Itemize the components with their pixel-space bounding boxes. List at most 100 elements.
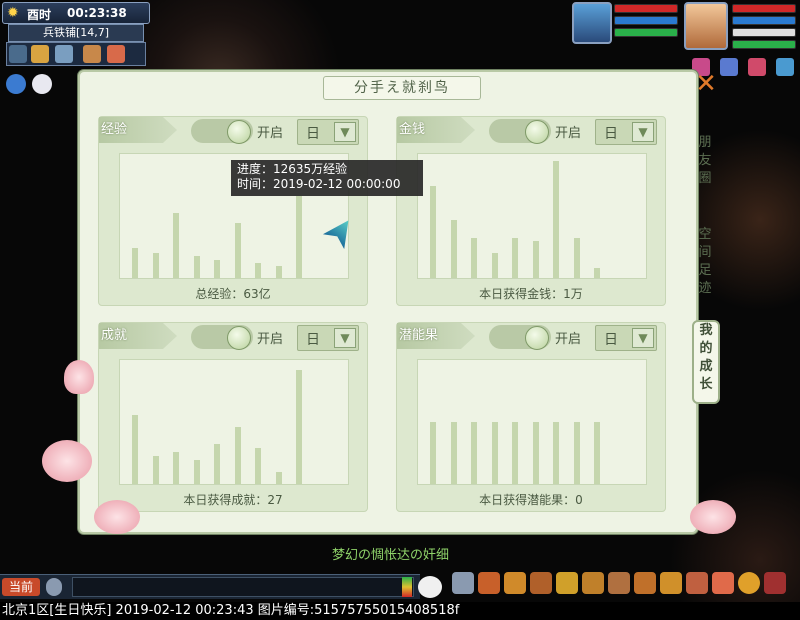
- period-dropdown[interactable]: 日 ▼: [595, 119, 657, 145]
- card-toggle[interactable]: [489, 325, 551, 350]
- tab-friend-circle[interactable]: 朋友圈: [694, 134, 716, 188]
- chevron-down-icon[interactable]: ▼: [334, 122, 356, 142]
- chart-bar[interactable]: [152, 456, 159, 484]
- chart-bar[interactable]: [152, 253, 159, 278]
- chart-bar[interactable]: [275, 472, 282, 484]
- chart-bar[interactable]: [193, 460, 200, 484]
- chart-bar[interactable]: [214, 260, 220, 278]
- chart-bar[interactable]: [132, 415, 138, 484]
- chat-channel-button[interactable]: 当前: [2, 578, 40, 596]
- task-book-icon[interactable]: [31, 45, 49, 63]
- chart-bar[interactable]: [594, 422, 600, 484]
- chart-bar[interactable]: [296, 196, 302, 278]
- calendar-icon[interactable]: [107, 45, 125, 63]
- status-icon[interactable]: [776, 58, 794, 76]
- map-location[interactable]: 兵铁铺[14,7]: [8, 24, 144, 42]
- card-toggle[interactable]: [489, 119, 551, 144]
- close-x-icon[interactable]: ✕: [694, 71, 718, 97]
- chart-bar[interactable]: [512, 238, 518, 278]
- chart-bar[interactable]: [532, 422, 539, 484]
- tooltip-time: 时间：2019-02-12 00:00:00: [237, 177, 401, 191]
- player-portrait[interactable]: [684, 2, 728, 50]
- player-anger-bar: [732, 28, 796, 37]
- chart-bar[interactable]: [234, 427, 241, 484]
- chart-bar[interactable]: [173, 213, 179, 278]
- pet-icon[interactable]: [32, 74, 52, 94]
- status-icon[interactable]: [748, 58, 766, 76]
- item-bag-icon[interactable]: [478, 572, 500, 594]
- pet-hp-bar: [614, 4, 678, 13]
- chat-input[interactable]: [72, 577, 414, 597]
- chart-bar[interactable]: [234, 223, 241, 278]
- chart-bar[interactable]: [214, 444, 220, 484]
- trade-icon[interactable]: [530, 572, 552, 594]
- chart-bar[interactable]: [193, 256, 200, 278]
- card-toggle[interactable]: [191, 119, 253, 144]
- chart-bar[interactable]: [491, 422, 498, 484]
- chart-bar[interactable]: [594, 268, 600, 278]
- menu-icon[interactable]: [764, 572, 786, 594]
- stat-card: 金钱 开启日 ▼ 本日获得金钱：1万: [396, 116, 666, 306]
- activity-icon[interactable]: [712, 572, 734, 594]
- period-dropdown[interactable]: 日 ▼: [595, 325, 657, 351]
- buff-icon[interactable]: [6, 74, 26, 94]
- stat-card: 潜能果 开启日 ▼ 本日获得潜能果：0: [396, 322, 666, 512]
- chart-bar[interactable]: [275, 266, 282, 278]
- pet-menu-icon[interactable]: [582, 572, 604, 594]
- period-value: 日: [604, 332, 618, 348]
- quick-icon-bar: [6, 42, 146, 66]
- chart-bar[interactable]: [573, 422, 580, 484]
- chart-bar[interactable]: [132, 248, 138, 278]
- game-clock: ✹ 酉时 00:23:38: [2, 2, 150, 24]
- main-toolbar: [448, 568, 798, 598]
- attack-icon[interactable]: [452, 572, 474, 594]
- chart-bar[interactable]: [553, 161, 559, 278]
- chart-bar[interactable]: [491, 253, 498, 278]
- card-toggle[interactable]: [191, 325, 253, 350]
- period-value: 日: [306, 332, 320, 348]
- microphone-icon[interactable]: [46, 578, 62, 596]
- friend-icon[interactable]: [83, 45, 101, 63]
- bar-chart: [417, 359, 647, 485]
- chart-bar[interactable]: [573, 238, 580, 278]
- lotus-decoration: [690, 500, 736, 534]
- chart-bar[interactable]: [296, 370, 302, 484]
- period-dropdown[interactable]: 日 ▼: [297, 325, 359, 351]
- map-icon[interactable]: [9, 45, 27, 63]
- panel-title: 分手え就刹鸟: [323, 76, 481, 100]
- give-icon[interactable]: [504, 572, 526, 594]
- chart-bar[interactable]: [255, 448, 261, 484]
- chart-bar[interactable]: [173, 452, 179, 484]
- team-icon[interactable]: [556, 572, 578, 594]
- chart-bar[interactable]: [471, 238, 477, 278]
- globe-icon[interactable]: [55, 45, 73, 63]
- card-label: 经验: [99, 117, 177, 143]
- chart-bar[interactable]: [255, 263, 261, 278]
- chart-bar[interactable]: [471, 422, 477, 484]
- friends-icon[interactable]: [686, 572, 708, 594]
- chevron-down-icon[interactable]: ▼: [632, 122, 654, 142]
- chart-bar[interactable]: [553, 422, 559, 484]
- chevron-down-icon[interactable]: ▼: [334, 328, 356, 348]
- quest-icon[interactable]: [608, 572, 630, 594]
- chart-bar[interactable]: [450, 220, 457, 278]
- period-dropdown[interactable]: 日 ▼: [297, 119, 359, 145]
- chart-bar[interactable]: [430, 186, 436, 278]
- emote-icon[interactable]: [418, 576, 442, 598]
- tab-my-growth[interactable]: 我的成长: [692, 320, 720, 404]
- chart-bar[interactable]: [532, 241, 539, 278]
- gang-icon[interactable]: [634, 572, 656, 594]
- card-footer: 本日获得金钱：1万: [479, 287, 583, 301]
- pet-portrait[interactable]: [572, 2, 612, 44]
- card-footer: 本日获得成就：27: [183, 493, 283, 507]
- status-icon[interactable]: [720, 58, 738, 76]
- tab-space-footprint[interactable]: 空间足迹: [694, 226, 716, 298]
- system-icon[interactable]: [738, 572, 760, 594]
- shop-icon[interactable]: [660, 572, 682, 594]
- chart-bar[interactable]: [512, 422, 518, 484]
- chart-bar[interactable]: [450, 422, 457, 484]
- side-tab-label: 我的成长: [699, 323, 713, 392]
- chat-message: 梦幻の惆怅达の奸细: [332, 548, 450, 563]
- chart-bar[interactable]: [430, 422, 436, 484]
- chevron-down-icon[interactable]: ▼: [632, 328, 654, 348]
